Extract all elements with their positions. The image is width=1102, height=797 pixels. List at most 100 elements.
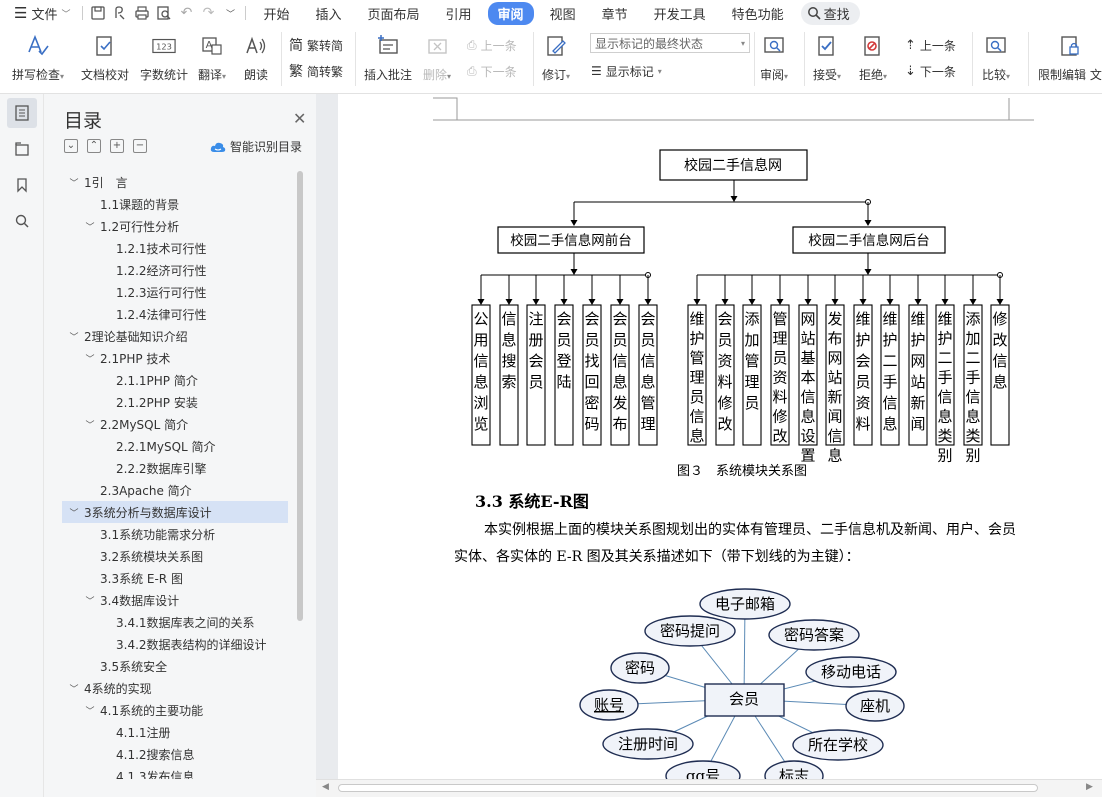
tab-references[interactable]: 引用 [436, 2, 482, 25]
reject-button[interactable]: 拒绝▾ [859, 30, 887, 83]
toc-item[interactable]: 3.4.1数据库表之间的关系 [62, 611, 288, 633]
insert-comment-button[interactable]: 插入批注 [364, 30, 412, 83]
print-preview-icon[interactable] [153, 2, 175, 24]
toc-item[interactable]: 3.4.2数据表结构的详细设计 [62, 633, 288, 655]
scroll-thumb[interactable] [338, 784, 1038, 792]
restrict-edit-button[interactable]: 限制编辑 文 [1038, 30, 1102, 83]
chevron-down-icon[interactable]: ﹀ [68, 682, 80, 695]
toc-item[interactable]: 2.3Apache 简介 [62, 479, 288, 501]
redo-icon[interactable]: ↷ [197, 2, 219, 24]
toc-scrollbar[interactable] [297, 171, 303, 621]
toc-item[interactable]: 2.2.2数据库引擎 [62, 457, 288, 479]
horizontal-scrollbar[interactable]: ◀ ▶ [316, 779, 1102, 797]
toc-item[interactable]: 1.2.1技术可行性 [62, 237, 288, 259]
collapse-down-icon[interactable]: ⌄ [64, 139, 78, 153]
chevron-down-icon[interactable]: ﹀ [84, 352, 96, 365]
toc-item[interactable]: 3.2系统模块关系图 [62, 545, 288, 567]
simp-to-trad-button[interactable]: 繁 简转繁 [289, 61, 343, 81]
toc-item[interactable]: ﹀ 1引 言 [62, 171, 288, 193]
print-icon[interactable] [131, 2, 153, 24]
track-changes-button[interactable]: 修订▾ [542, 30, 570, 83]
toc-item[interactable]: 4.1.3发布信息 [62, 765, 288, 780]
next-change-button[interactable]: ⇣ 下一条 [905, 61, 956, 81]
markup-state-select[interactable]: 显示标记的最终状态 ▾ [590, 33, 750, 53]
undo-icon[interactable]: ↶ [175, 2, 197, 24]
module-label-char: 护 [882, 331, 897, 349]
collapse-up-icon[interactable]: ⌃ [87, 139, 101, 153]
close-icon[interactable]: ✕ [293, 109, 306, 128]
toc-item[interactable]: 1.2.2经济可行性 [62, 259, 288, 281]
toc-item[interactable]: ﹀ 3系统分析与数据库设计 [62, 501, 288, 523]
toc-item[interactable]: 2.2.1MySQL 简介 [62, 435, 288, 457]
tab-home[interactable]: 开始 [253, 2, 299, 25]
toc-item[interactable]: 1.2.3运行可行性 [62, 281, 288, 303]
toc-item[interactable]: 4.1.2搜索信息 [62, 743, 288, 765]
toc-item[interactable]: ﹀ 2.1PHP 技术 [62, 347, 288, 369]
quick-access-dropdown-icon[interactable]: ﹀ [219, 2, 241, 24]
toc-item[interactable]: ﹀ 3.4数据库设计 [62, 589, 288, 611]
chapter-nav-icon[interactable] [7, 134, 37, 164]
chevron-down-icon[interactable]: ﹀ [84, 704, 96, 717]
tab-section[interactable]: 章节 [592, 2, 638, 25]
trad-to-simp-button[interactable]: 简 繁转简 [289, 35, 343, 55]
tab-page-layout[interactable]: 页面布局 [358, 2, 430, 25]
module-label-char: 手 [965, 369, 980, 387]
toc-item[interactable]: ﹀ 1.2可行性分析 [62, 215, 288, 237]
tab-developer[interactable]: 开发工具 [644, 2, 716, 25]
tab-view[interactable]: 视图 [540, 2, 586, 25]
export-pdf-icon[interactable] [109, 2, 131, 24]
toc-item[interactable]: 4.1.1注册 [62, 721, 288, 743]
toc-item[interactable]: 1.2.4法律可行性 [62, 303, 288, 325]
save-icon[interactable] [87, 2, 109, 24]
accept-button[interactable]: 接受▾ [813, 30, 841, 83]
hamburger-icon: ☰ [14, 4, 28, 22]
chevron-down-icon[interactable]: ﹀ [68, 330, 80, 343]
find-icon[interactable] [7, 206, 37, 236]
module-label-char: 维 [882, 310, 897, 328]
read-aloud-button[interactable]: 朗读 [244, 30, 268, 83]
translate-button[interactable]: A 翻译▾ [198, 30, 226, 83]
toc-item[interactable]: 3.3系统 E-R 图 [62, 567, 288, 589]
next-comment-button[interactable]: ⎙ 下一条 [467, 61, 517, 81]
show-markup-button[interactable]: ☰ 显示标记 ▾ [591, 61, 662, 81]
module-label-char: 登 [556, 352, 571, 370]
chevron-down-icon[interactable]: ﹀ [84, 418, 96, 431]
search-box[interactable]: 查找 [800, 1, 860, 25]
scroll-left-icon[interactable]: ◀ [322, 782, 329, 792]
smart-toc-button[interactable]: 智能识别目录 [210, 138, 302, 155]
prev-comment-button[interactable]: ⎙ 上一条 [467, 35, 517, 55]
tab-insert[interactable]: 插入 [306, 2, 352, 25]
chevron-down-icon[interactable]: ﹀ [84, 220, 96, 233]
toc-item[interactable]: ﹀ 4.1系统的主要功能 [62, 699, 288, 721]
compare-button[interactable]: 比较▾ [982, 30, 1010, 83]
tab-review[interactable]: 审阅 [487, 1, 534, 25]
collapse-minus-icon[interactable]: − [133, 139, 147, 153]
toc-item[interactable]: 1.1课题的背景 [62, 193, 288, 215]
toc-item[interactable]: 2.1.2PHP 安装 [62, 391, 288, 413]
toc-item[interactable]: 2.1.1PHP 简介 [62, 369, 288, 391]
accept-icon [815, 34, 839, 58]
toc-item[interactable]: ﹀ 2理论基础知识介绍 [62, 325, 288, 347]
file-menu[interactable]: ☰ 文件 ﹀ [0, 0, 78, 26]
toc-item[interactable]: ﹀ 4系统的实现 [62, 677, 288, 699]
bookmark-icon[interactable] [7, 170, 37, 200]
chevron-down-icon[interactable]: ﹀ [68, 176, 80, 189]
toc-item[interactable]: 3.5系统安全 [62, 655, 288, 677]
delete-comment-button[interactable]: 删除▾ [423, 30, 451, 83]
toc-item[interactable]: 3.1系统功能需求分析 [62, 523, 288, 545]
toc-item[interactable]: ﹀ 2.2MySQL 简介 [62, 413, 288, 435]
chevron-down-icon[interactable]: ﹀ [84, 594, 96, 607]
chevron-down-icon[interactable]: ﹀ [68, 506, 80, 519]
module-label-char: 回 [584, 373, 599, 391]
expand-plus-icon[interactable]: + [110, 139, 124, 153]
tab-features[interactable]: 特色功能 [722, 2, 794, 25]
toc-panel-icon[interactable] [7, 98, 37, 128]
prev-change-button[interactable]: ⇡ 上一条 [905, 35, 956, 55]
review-pane-button[interactable]: 审阅▾ [760, 30, 788, 83]
doc-proof-button[interactable]: 文档校对 [81, 30, 129, 83]
module-label-char: 会 [612, 310, 627, 328]
scroll-right-icon[interactable]: ▶ [1086, 782, 1093, 792]
arrowhead [941, 299, 949, 305]
spellcheck-button[interactable]: 拼写检查▾ [12, 30, 64, 83]
word-count-button[interactable]: 123 字数统计 [140, 30, 188, 83]
